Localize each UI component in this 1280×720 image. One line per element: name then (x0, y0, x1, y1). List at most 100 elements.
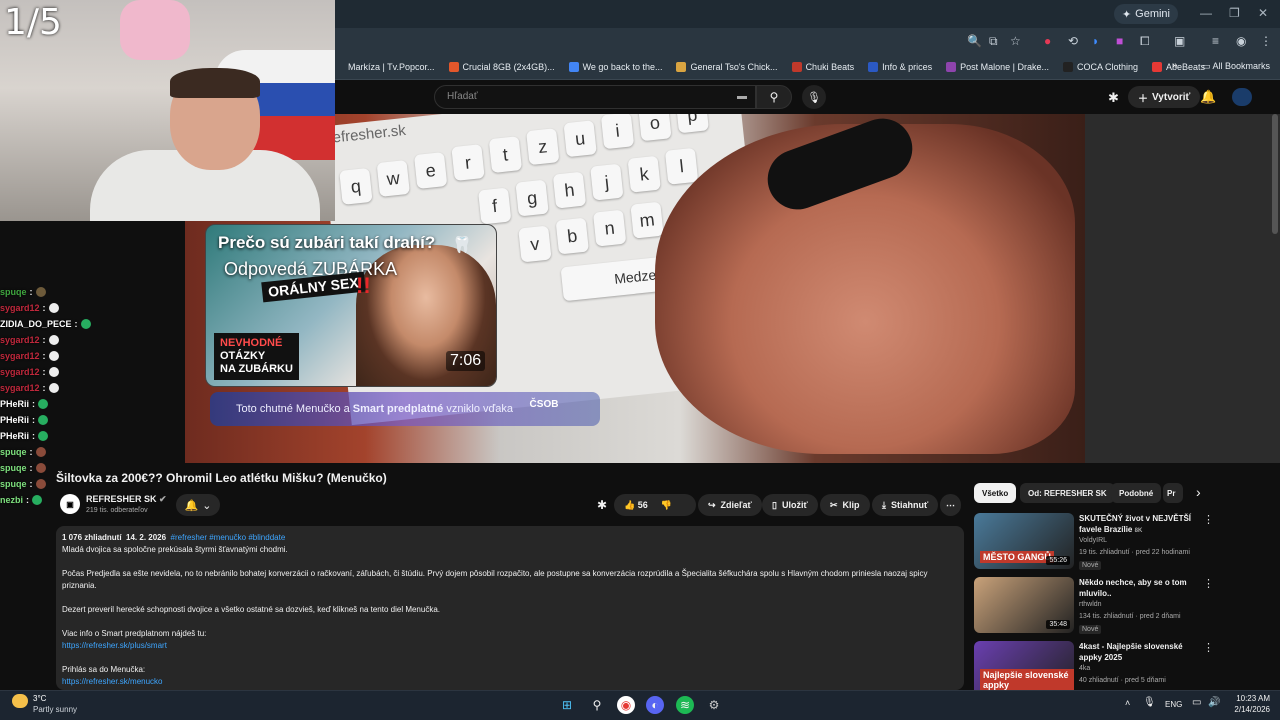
start-icon[interactable]: ⊞ (558, 696, 576, 714)
cast-icon[interactable]: ⧉ (989, 34, 998, 49)
rec-thumb-text: Najlepšie slovenské appky (980, 669, 1074, 691)
chat-message: spuqe: (0, 444, 100, 460)
thumbs-down-icon: 👎 (660, 499, 672, 510)
minimize-icon[interactable]: — (1200, 6, 1212, 20)
rec-channel[interactable]: rthwldn (1079, 601, 1102, 608)
maximize-icon[interactable]: ❐ (1229, 6, 1240, 20)
all-bookmarks[interactable]: ▭ All Bookmarks (1202, 61, 1270, 72)
bookmark-item[interactable]: Post Malone | Drake... (946, 61, 1049, 72)
search-input[interactable]: Hľadať (434, 85, 756, 109)
mic-icon[interactable]: 🎙 (1143, 697, 1156, 708)
chip-related[interactable]: Podobné (1111, 483, 1162, 503)
chrome-icon[interactable]: ◉ (617, 696, 635, 714)
rec-channel[interactable]: 4ka (1079, 665, 1090, 672)
spotify-icon[interactable]: ≋ (676, 696, 694, 714)
bookmark-star-icon[interactable]: ☆ (1010, 34, 1021, 48)
save-button[interactable]: ▯ Uložiť (762, 494, 818, 516)
search-icon[interactable]: ⚲ (588, 696, 606, 714)
extension-icon[interactable]: ⟲ (1068, 34, 1078, 48)
video-description[interactable]: 1 076 zhliadnutí 14. 2. 2026 #refresher … (56, 526, 964, 690)
volume-icon[interactable]: 🔊 (1208, 697, 1220, 708)
gear-icon[interactable]: ✱ (1108, 90, 1119, 106)
rec-title[interactable]: SKUTEČNÝ život v NEJVĚTŠÍ favele Brazíli… (1079, 513, 1199, 537)
rec-badge: Nové (1079, 625, 1102, 634)
card-tag-line: OTÁZKY (220, 350, 266, 362)
bookmark-item[interactable]: General Tso's Chick... (676, 61, 778, 72)
extension-icon[interactable]: ◗ (1092, 34, 1099, 48)
endscreen-video-card[interactable]: Prečo sú zubári takí drahí? 🦷 Odpovedá Z… (205, 224, 497, 387)
extension-icon[interactable]: ■ (1116, 34, 1123, 48)
chat-message: nezbi: (0, 492, 100, 508)
gear-icon[interactable]: ✱ (597, 498, 607, 512)
more-icon[interactable]: ⋮ (1203, 641, 1214, 654)
sidepanel-icon[interactable]: ▣ (1174, 34, 1185, 48)
bookmark-item[interactable]: AbeBeats (1152, 61, 1205, 72)
extensions-puzzle-icon[interactable]: ⧠ (1140, 34, 1150, 49)
share-button[interactable]: ↪ Zdieľať (698, 494, 762, 516)
clock-date[interactable]: 2/14/2026 (1222, 705, 1270, 714)
bell-icon[interactable]: 🔔 (1200, 89, 1216, 105)
network-icon[interactable]: ▭ (1192, 697, 1201, 708)
dislike-button[interactable]: 👎 (661, 500, 672, 511)
chat-message: sygard12: (0, 348, 100, 364)
gemini-button[interactable]: ✦ Gemini (1113, 4, 1178, 24)
menu-icon[interactable]: ⋮ (1260, 34, 1272, 48)
close-icon[interactable]: ✕ (1258, 6, 1268, 20)
more-icon[interactable]: ⋮ (1203, 577, 1214, 590)
menucko-link[interactable]: https://refresher.sk/menucko (62, 676, 958, 688)
chevron-up-icon[interactable]: ˄ (1125, 698, 1130, 708)
recommended-video[interactable]: MĚSTO GANGŮ 55:26 SKUTEČNÝ život v NEJVĚTŠ… (974, 513, 1214, 575)
create-button[interactable]: ＋ Vytvoriť (1128, 86, 1201, 108)
channel-avatar[interactable]: ▣ (60, 494, 80, 514)
bookmark-item[interactable]: We go back to the... (568, 61, 662, 72)
rec-thumbnail[interactable]: 35:48 (974, 577, 1074, 633)
channel-name[interactable]: REFRESHER SK ✔ (86, 494, 167, 505)
bookmark-item[interactable]: COCA Clothing (1063, 61, 1138, 72)
bookmark-favicon-icon (791, 61, 802, 72)
keyboard-icon[interactable]: ▬ (737, 91, 747, 102)
rec-duration: 55:26 (1046, 556, 1070, 565)
weather-temp[interactable]: 3°C (33, 694, 46, 703)
bookmark-item[interactable]: Markíza | Tv.Popcor... (334, 61, 435, 72)
app-icon[interactable]: ⚙ (705, 696, 723, 714)
chip-more[interactable]: Pr (1163, 483, 1183, 503)
chevron-right-icon[interactable]: › (1196, 484, 1201, 500)
media-icon[interactable]: ≡ (1212, 34, 1219, 48)
bookmark-item[interactable]: Chuki Beats (791, 61, 854, 72)
scrollbar[interactable] (1272, 114, 1278, 234)
save-label: Uložiť (781, 500, 808, 510)
rec-thumbnail[interactable]: Najlepšie slovenské appky (974, 641, 1074, 697)
more-icon[interactable]: ⋮ (1203, 513, 1214, 526)
profile-avatar[interactable]: ◉ (1236, 34, 1246, 48)
chip-from-channel[interactable]: Od: REFRESHER SK (1020, 483, 1115, 503)
zoom-icon[interactable]: 🔍 (967, 34, 982, 48)
voice-search-button[interactable]: 🎙 (802, 85, 826, 109)
avatar[interactable] (1232, 88, 1252, 106)
clip-button[interactable]: ✂ Klip (820, 494, 870, 516)
description-paragraph: Prihlás sa do Menučka: https://refresher.… (62, 664, 958, 688)
hashtags[interactable]: #refresher #menučko #blinddate (171, 533, 286, 542)
chip-all[interactable]: Všetko (974, 483, 1017, 503)
bookmark-item[interactable]: Info & prices (868, 61, 932, 72)
recommended-video[interactable]: 35:48 Někdo nechce, aby se o tom mluvilo.… (974, 577, 1214, 639)
search-button[interactable]: ⚲ (756, 85, 792, 109)
subscribed-bell-button[interactable]: 🔔 ⌄ (176, 494, 220, 516)
bookmark-item[interactable]: Crucial 8GB (2x4GB)... (448, 61, 555, 72)
more-bookmarks-icon[interactable]: » (1172, 60, 1178, 71)
weather-icon[interactable] (12, 694, 28, 708)
weather-desc[interactable]: Partly sunny (33, 705, 77, 714)
more-actions-button[interactable]: ⋯ (940, 494, 961, 516)
smart-link[interactable]: https://refresher.sk/plus/smart (62, 640, 958, 652)
description-paragraph: Viac info o Smart predplatnom nájdeš tu:… (62, 628, 958, 652)
clock-time[interactable]: 10:23 AM (1228, 694, 1270, 703)
like-button[interactable]: 👍 56 (624, 500, 648, 511)
rec-channel[interactable]: VoldyIRL (1079, 537, 1107, 544)
rec-title[interactable]: Někdo nechce, aby se o tom mluvilo.. (1079, 577, 1199, 599)
discord-icon[interactable]: ◐ (646, 696, 664, 714)
windows-taskbar (0, 690, 1280, 720)
rec-thumbnail[interactable]: MĚSTO GANGŮ 55:26 (974, 513, 1074, 569)
language-indicator[interactable]: ENG (1165, 700, 1182, 709)
rec-title[interactable]: 4kast - Najlepšie slovenské appky 2025 (1079, 641, 1199, 663)
download-button[interactable]: ⤓ Stiahnuť (872, 494, 939, 516)
extension-icon[interactable]: ● (1044, 34, 1051, 48)
